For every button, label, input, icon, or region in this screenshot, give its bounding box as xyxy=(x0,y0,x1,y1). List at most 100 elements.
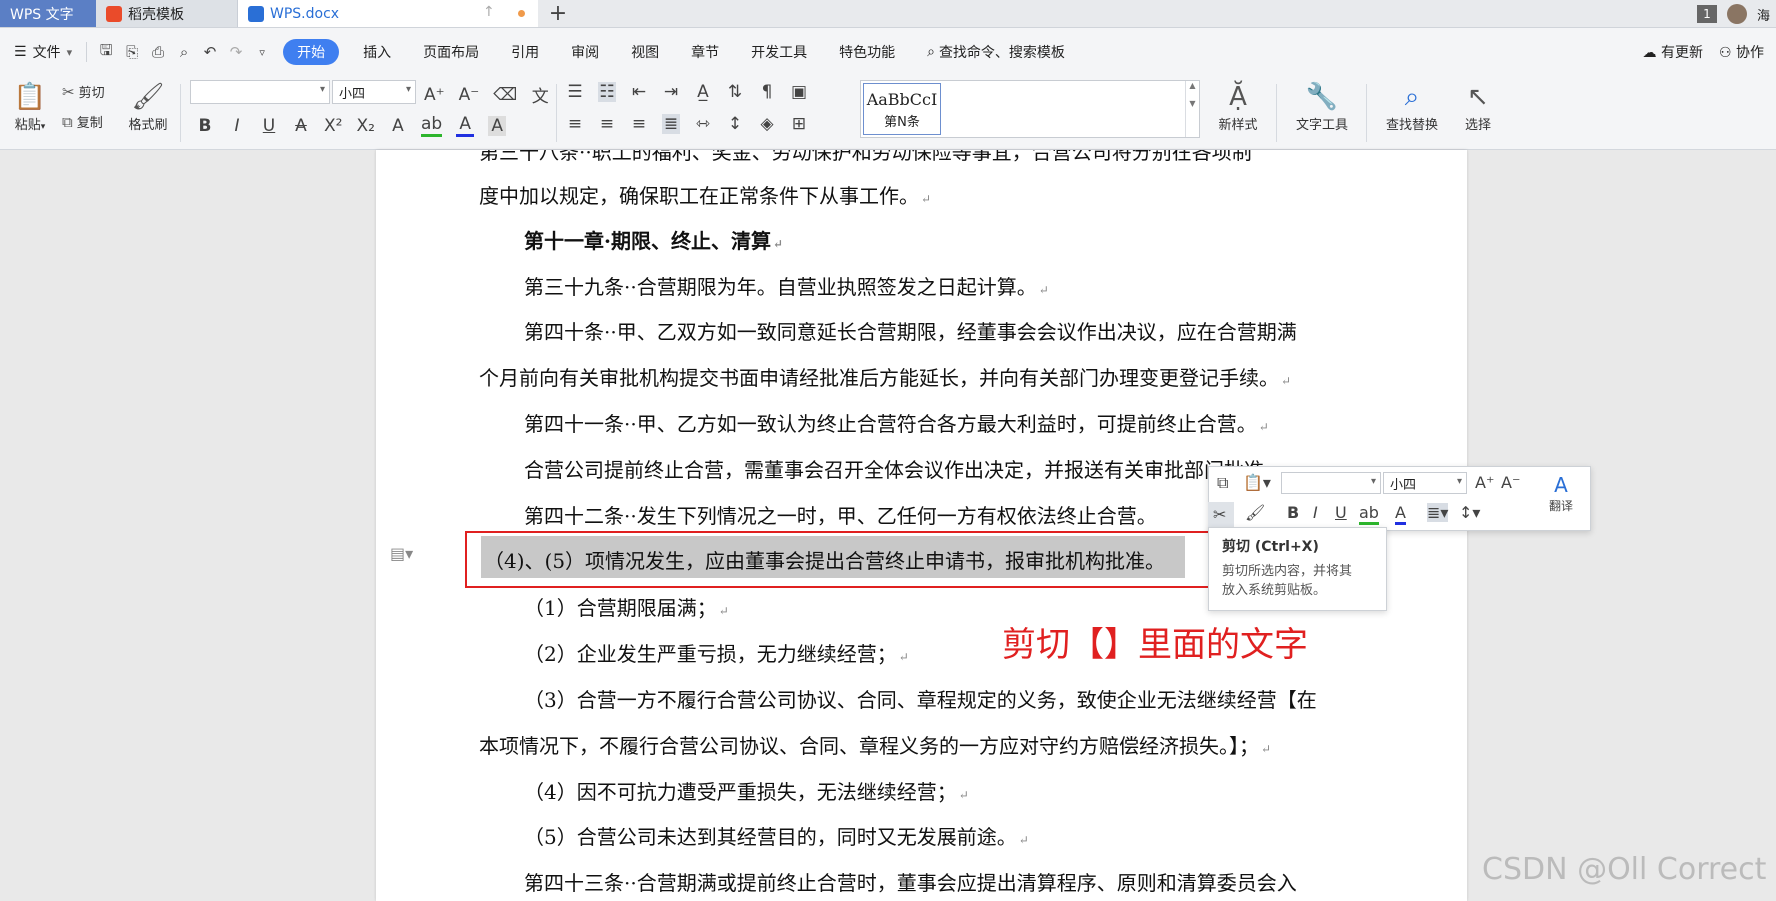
chapter-heading[interactable]: 第十一章·期限、终止、清算 ↵ xyxy=(524,225,783,254)
tab-sections[interactable]: 章节 xyxy=(675,39,735,65)
collab-button[interactable]: ⚇ 协作 xyxy=(1719,42,1764,62)
export-icon[interactable]: ⎘ xyxy=(119,43,145,61)
format-painter-button[interactable]: 🖌 格式刷 xyxy=(124,80,172,133)
font-color-icon[interactable]: A xyxy=(456,114,475,137)
user-name[interactable]: 海 xyxy=(1757,5,1770,24)
paragraph[interactable]: 第三十九条··合营期限为年。自营业执照签发之日起计算。 ↵ xyxy=(524,271,1049,300)
align-right-icon[interactable]: ≡ xyxy=(630,114,648,134)
align-center-icon[interactable]: ≡ xyxy=(598,114,616,134)
format-painter-icon[interactable]: 🖌 xyxy=(1245,503,1265,522)
align-left-icon[interactable]: ≡ xyxy=(566,114,584,134)
font-color-icon[interactable]: A xyxy=(1395,503,1406,525)
text-tools-button[interactable]: 🔧 文字工具 xyxy=(1286,80,1358,133)
mini-font-size-select[interactable]: 小四 ▾ xyxy=(1383,472,1467,494)
paragraph[interactable]: 度中加以规定，确保职工在正常条件下从事工作。 ↵ xyxy=(479,180,931,209)
chinese-layout-icon[interactable]: A̲ xyxy=(694,82,712,102)
shading-icon[interactable]: ◈ xyxy=(758,114,776,134)
paragraph[interactable]: 第四十一条··甲、乙方如一致认为终止合营符合各方最大利益时，可提前终止合营。 ↵ xyxy=(524,408,1269,437)
copy-icon[interactable]: ⧉ xyxy=(1217,473,1228,493)
command-search[interactable]: ⌕ 查找命令、搜索模板 xyxy=(911,39,1081,65)
show-marks-icon[interactable]: ¶ xyxy=(758,82,776,102)
strikethrough-icon[interactable]: A xyxy=(292,116,310,136)
italic-icon[interactable]: I xyxy=(228,116,246,136)
tab-features[interactable]: 特色功能 xyxy=(823,39,911,65)
sort-icon[interactable]: ⇅ xyxy=(726,82,744,102)
paragraph[interactable]: 合营公司提前终止合营，需董事会召开全体会议作出决定，并报送有关审批部门批准。 xyxy=(524,454,1284,483)
tab-docer-templates[interactable]: 稻壳模板 xyxy=(96,0,238,27)
redo-icon[interactable]: ↷ xyxy=(223,43,249,61)
highlight-icon[interactable]: ab xyxy=(1359,503,1379,525)
bold-icon[interactable]: B xyxy=(1287,503,1299,522)
list-item[interactable]: （3）合营一方不履行合营公司协议、合同、章程规定的义务，致使企业无法继续经营【在 xyxy=(524,684,1317,713)
tab-view[interactable]: 视图 xyxy=(615,39,675,65)
find-replace-button[interactable]: ⌕ 查找替换 xyxy=(1376,80,1448,133)
paste-button[interactable]: 📋 粘贴▾ xyxy=(10,80,50,133)
new-tab-button[interactable]: + xyxy=(538,0,578,27)
superscript-icon[interactable]: X² xyxy=(324,116,342,136)
line-spacing-icon[interactable]: ↕▾ xyxy=(1459,503,1480,522)
distribute-icon[interactable]: ⇿ xyxy=(694,114,712,134)
paragraph[interactable]: 第四十三条··合营期满或提前终止合营时，董事会应提出清算程序、原则和清算委员会入 xyxy=(524,867,1297,896)
upload-icon[interactable]: ↑ xyxy=(483,4,495,20)
tab-developer[interactable]: 开发工具 xyxy=(735,39,823,65)
bullets-icon[interactable]: ☰ xyxy=(566,82,584,102)
cut-button-hover[interactable]: ✂ xyxy=(1208,502,1234,528)
list-item[interactable]: （4）因不可抗力遭受严重损失，无法继续经营； ↵ xyxy=(524,776,969,805)
char-shading-icon[interactable]: A xyxy=(488,115,507,136)
customize-icon[interactable]: ▿ xyxy=(249,46,275,59)
italic-icon[interactable]: I xyxy=(1313,503,1318,522)
justify-icon[interactable]: ≣ xyxy=(662,114,680,134)
borders-icon[interactable]: ⊞ xyxy=(790,114,808,134)
decrease-indent-icon[interactable]: ⇤ xyxy=(630,82,648,102)
line-spacing-icon[interactable]: ↕ xyxy=(726,114,744,134)
tab-review[interactable]: 审阅 xyxy=(555,39,615,65)
tab-page-layout[interactable]: 页面布局 xyxy=(407,39,495,65)
paragraph[interactable]: 本项情况下，不履行合营公司协议、合同、章程义务的一方应对守约方赔偿经济损失。】；… xyxy=(479,730,1271,759)
font-size-select[interactable]: 小四 ▾ xyxy=(332,80,416,104)
shrink-font-icon[interactable]: A⁻ xyxy=(459,85,480,105)
paragraph-options-icon[interactable]: ▤▾ xyxy=(390,544,413,563)
paragraph[interactable]: 第四十二条··发生下列情况之一时，甲、乙任何一方有权依法终止合营。 xyxy=(524,500,1157,529)
underline-icon[interactable]: U xyxy=(260,116,278,136)
file-menu[interactable]: ☰ 文件 ▾ xyxy=(0,42,80,62)
cut-button[interactable]: ✂ 剪切 xyxy=(62,82,105,102)
copy-button[interactable]: ⧉ 复制 xyxy=(62,112,103,132)
grow-font-icon[interactable]: A⁺ xyxy=(424,85,445,105)
underline-icon[interactable]: U xyxy=(1335,503,1347,522)
style-gallery-scroll[interactable]: ▲ ▼ xyxy=(1185,81,1199,137)
paragraph[interactable]: 个月前向有关审批机构提交书面申请经批准后方能延长，并向有关部门办理变更登记手续。… xyxy=(479,362,1291,391)
print-preview-icon[interactable]: ⌕ xyxy=(171,43,197,61)
phonetic-icon[interactable]: 文 xyxy=(531,82,549,107)
increase-indent-icon[interactable]: ⇥ xyxy=(662,82,680,102)
clear-format-icon[interactable]: ⌫ xyxy=(493,85,517,105)
paragraph[interactable]: 第四十条··甲、乙双方如一致同意延长合营期限，经董事会会议作出决议，应在合营期满 xyxy=(524,316,1297,345)
highlight-icon[interactable]: ab xyxy=(420,114,443,137)
window-count-badge[interactable]: 1 xyxy=(1696,5,1717,23)
tab-insert[interactable]: 插入 xyxy=(347,39,407,65)
font-name-select[interactable]: ▾ xyxy=(190,80,330,104)
new-style-button[interactable]: Ặ 新样式 xyxy=(1208,80,1268,133)
bold-icon[interactable]: B xyxy=(196,116,214,136)
list-item[interactable]: （5）合营公司未达到其经营目的，同时又无发展前途。 ↵ xyxy=(524,821,1029,850)
subscript-icon[interactable]: X₂ xyxy=(356,116,374,136)
paste-icon[interactable]: 📋▾ xyxy=(1243,473,1271,492)
tab-wps-writer[interactable]: WPS 文字 xyxy=(0,0,96,27)
shrink-font-icon[interactable]: A⁻ xyxy=(1501,473,1520,492)
tab-home[interactable]: 开始 xyxy=(283,39,340,65)
avatar[interactable] xyxy=(1726,4,1747,24)
grow-font-icon[interactable]: A⁺ xyxy=(1475,473,1494,492)
tab-document[interactable]: WPS.docx ↑ xyxy=(238,0,538,27)
select-button[interactable]: ↖ 选择 xyxy=(1456,80,1500,133)
numbering-icon[interactable]: ☷ xyxy=(598,82,616,102)
update-button[interactable]: ☁ 有更新 xyxy=(1643,42,1703,62)
justify-icon[interactable]: ≣▾ xyxy=(1427,503,1449,522)
style-gallery[interactable]: AaBbCcI 第N条 ▲ ▼ xyxy=(860,80,1200,138)
translate-button[interactable]: A 翻译 xyxy=(1549,473,1573,514)
paragraph[interactable]: 第三十八条··职工的福利、奖金、劳动保护和劳动保险等事宜，合营公司将分别在各项制 xyxy=(479,150,1252,165)
table-layout-icon[interactable]: ▣ xyxy=(790,82,808,102)
tab-references[interactable]: 引用 xyxy=(495,39,555,65)
undo-icon[interactable]: ↶ xyxy=(197,43,223,61)
list-item[interactable]: （2）企业发生严重亏损，无力继续经营； ↵ xyxy=(524,638,909,667)
mini-font-name-select[interactable]: ▾ xyxy=(1281,472,1381,494)
print-icon[interactable]: ⎙ xyxy=(145,43,171,61)
